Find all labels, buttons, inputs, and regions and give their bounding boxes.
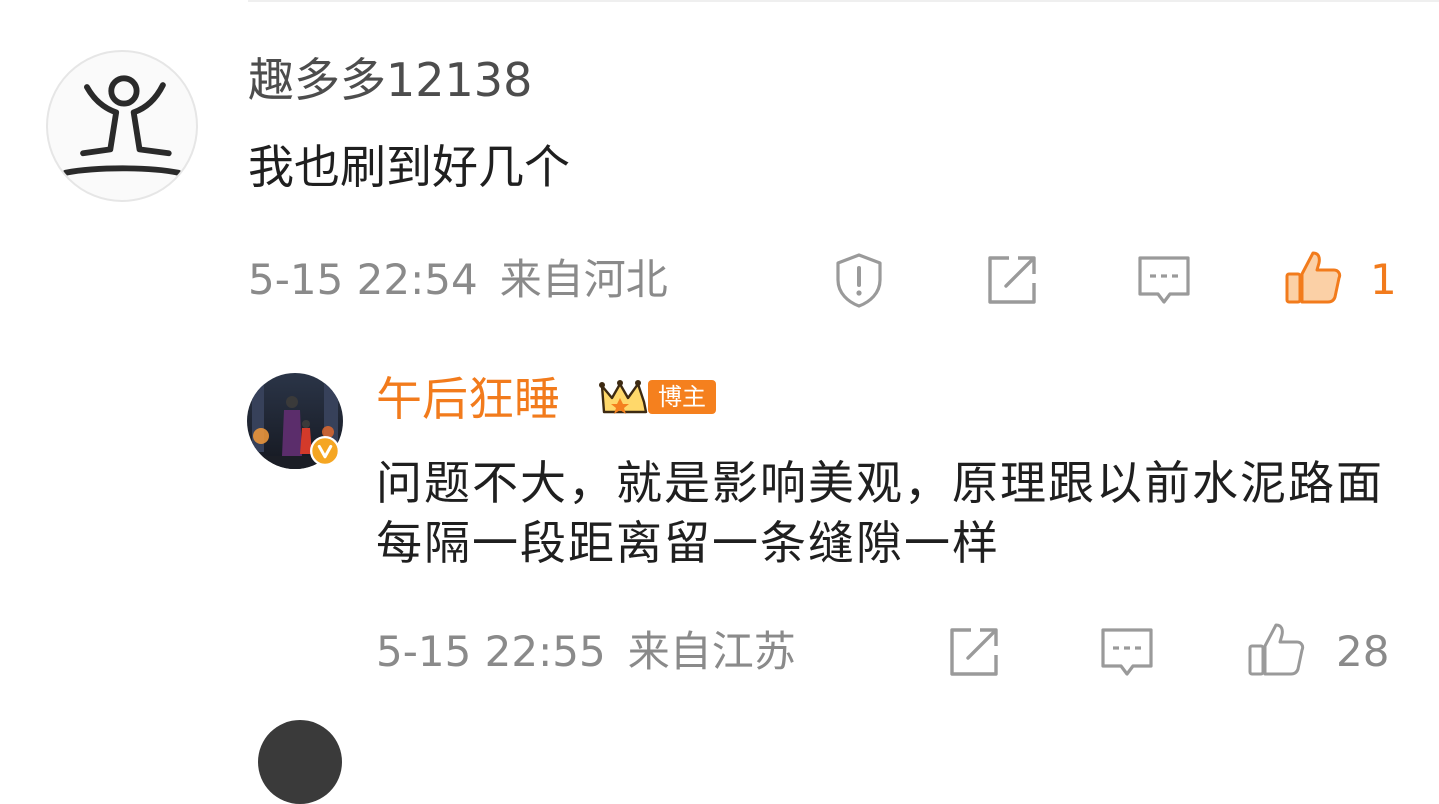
like-thumb-icon[interactable]: [1246, 620, 1306, 680]
crown-level-badge-icon: [598, 376, 654, 418]
blogger-badge: 博主: [598, 376, 716, 418]
share-forward-icon[interactable]: [944, 622, 1004, 682]
comment-meta: 5-15 22:54 来自河北: [248, 252, 668, 308]
like-count: 1: [1370, 255, 1397, 304]
user-avatar-drawing: [62, 75, 182, 176]
avatar[interactable]: [46, 50, 198, 202]
reply-meta: 5-15 22:55 来自江苏: [376, 624, 796, 680]
verified-v-icon: [310, 436, 340, 466]
like-count: 28: [1336, 627, 1390, 676]
reply-location: 来自江苏: [627, 627, 796, 676]
share-forward-icon[interactable]: [982, 250, 1042, 310]
comment-text: 我也刷到好几个: [248, 140, 570, 194]
comment-username[interactable]: 趣多多12138: [248, 50, 532, 110]
comment-time: 5-15 22:54: [248, 255, 478, 304]
report-shield-icon[interactable]: [829, 250, 889, 310]
like-thumb-icon[interactable]: [1283, 248, 1343, 308]
author-username[interactable]: 午后狂睡: [376, 368, 560, 430]
avatar[interactable]: [246, 372, 344, 470]
next-comment-avatar[interactable]: [258, 720, 342, 804]
badge-label: 博主: [648, 380, 716, 414]
reply-time: 5-15 22:55: [376, 627, 606, 676]
reply-text: 问题不大，就是影响美观，原理跟以前水泥路面每隔一段距离留一条缝隙一样: [376, 456, 1384, 570]
top-divider: [248, 0, 1439, 2]
comment-location: 来自河北: [499, 255, 668, 304]
reply-comment-icon[interactable]: [1134, 250, 1194, 310]
reply-comment-icon[interactable]: [1097, 622, 1157, 682]
